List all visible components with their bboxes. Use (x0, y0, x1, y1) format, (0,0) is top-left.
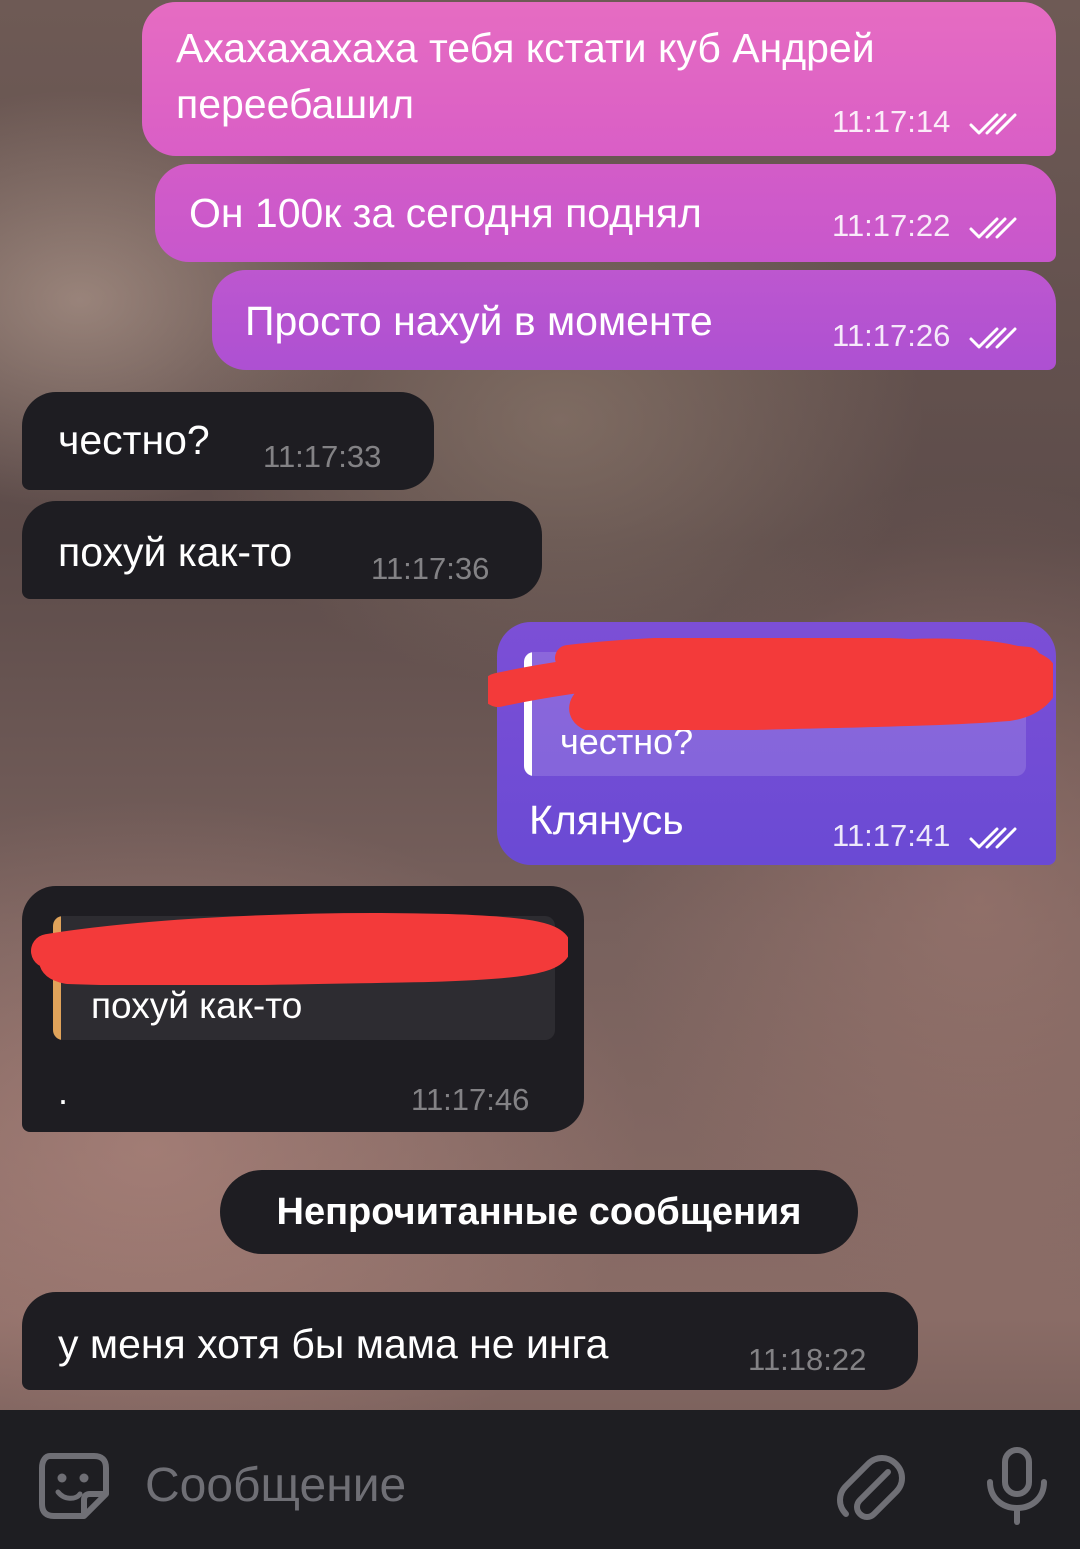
message-time: 11:17:26 (832, 318, 951, 353)
message-bubble-outgoing[interactable]: Просто нахуй в моменте 11:17:26 (212, 270, 1056, 370)
message-text: Клянусь (529, 797, 684, 843)
unread-messages-divider: Непрочитанные сообщения (220, 1170, 858, 1254)
message-bubble-incoming[interactable]: похуй как-то 11:17:36 (22, 501, 542, 599)
read-double-check-icon (969, 827, 1017, 849)
message-time: 11:17:46 (411, 1082, 530, 1117)
read-double-check-icon (969, 217, 1017, 239)
read-double-check-icon (969, 327, 1017, 349)
chat-message-list[interactable]: Ахахахахаха тебя кстати куб Андрей перее… (0, 0, 1080, 1410)
message-bubble-outgoing[interactable]: Он 100к за сегодня поднял 11:17:22 (155, 164, 1056, 262)
message-time: 11:18:22 (748, 1342, 867, 1377)
message-meta: 11:17:14 (832, 104, 1019, 140)
message-text: Просто нахуй в моменте (245, 298, 713, 344)
message-time: 11:17:33 (263, 439, 382, 474)
message-text: . (58, 1071, 69, 1112)
message-text: похуй как-то (58, 529, 293, 575)
message-text: у меня хотя бы мама не инга (58, 1321, 609, 1367)
message-text: Он 100к за сегодня поднял (189, 190, 702, 236)
message-time: 11:17:22 (832, 208, 951, 243)
paperclip-icon (837, 1455, 905, 1520)
emoji-sticker-button[interactable] (36, 1450, 112, 1522)
redaction-scribble (31, 912, 568, 985)
message-text: переебашил (176, 81, 415, 127)
message-input[interactable]: Сообщение (145, 1458, 406, 1514)
message-bubble-incoming[interactable]: у меня хотя бы мама не инга 11:18:22 (22, 1292, 918, 1390)
message-time: 11:17:36 (371, 551, 490, 586)
message-meta: 11:17:41 (832, 818, 1019, 854)
message-text: честно? (58, 417, 210, 463)
microphone-icon (987, 1447, 1047, 1525)
message-meta: 11:17:26 (832, 318, 1019, 354)
redaction-scribble (488, 638, 1053, 730)
attach-button[interactable] (836, 1450, 906, 1522)
sticker-emoji-icon (39, 1453, 109, 1519)
message-time: 11:17:41 (832, 818, 951, 853)
read-double-check-icon (969, 113, 1017, 135)
message-time: 11:17:14 (832, 104, 951, 139)
reply-quote-text: похуй как-то (91, 985, 303, 1026)
message-meta: 11:17:22 (832, 208, 1019, 244)
message-bubble-incoming[interactable]: честно? 11:17:33 (22, 392, 434, 490)
message-text: Ахахахахаха тебя кстати куб Андрей (176, 25, 875, 71)
voice-message-button[interactable] (982, 1446, 1052, 1526)
message-bubble-outgoing[interactable]: Ахахахахаха тебя кстати куб Андрей перее… (142, 2, 1056, 156)
